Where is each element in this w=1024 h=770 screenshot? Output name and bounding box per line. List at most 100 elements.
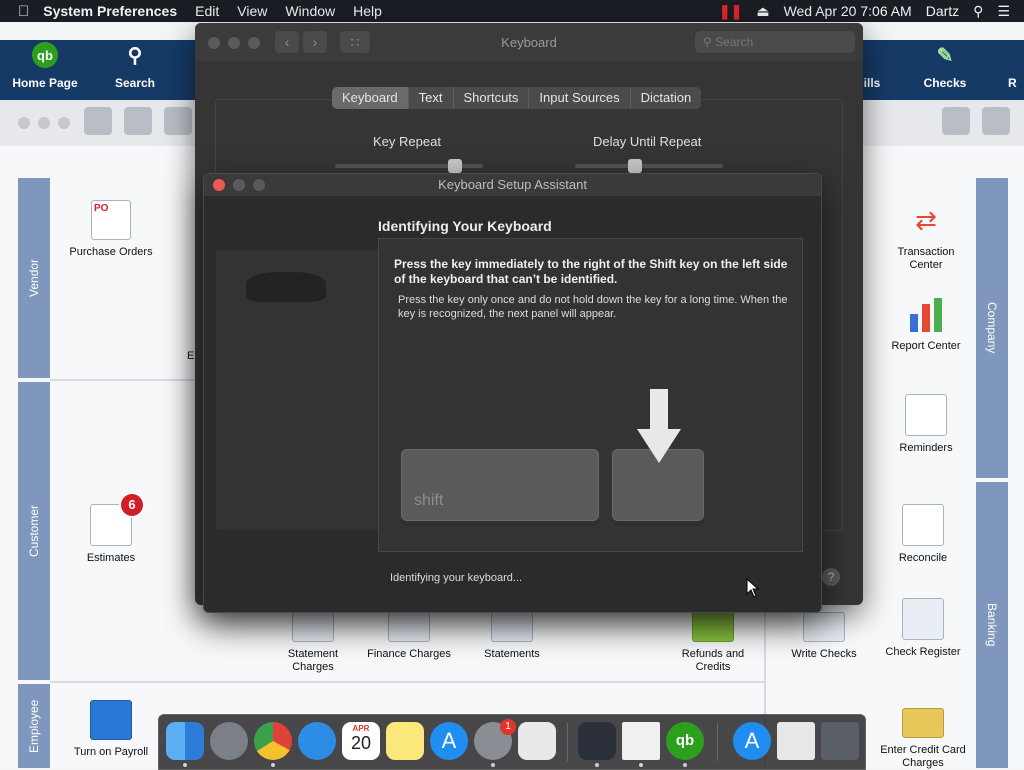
keyboard-setup-assistant-window: Keyboard Setup Assistant Identifying You… (203, 173, 822, 613)
tab-dictation[interactable]: Dictation (631, 87, 702, 109)
report-chart-icon (906, 294, 946, 334)
tab-keyboard[interactable]: Keyboard (332, 87, 409, 109)
quickbooks-dock-icon[interactable]: qb (666, 722, 704, 760)
qb-window-control[interactable] (58, 117, 70, 129)
tab-text[interactable]: Text (409, 87, 454, 109)
frame-icon[interactable] (942, 107, 970, 135)
reconcile-icon (902, 504, 944, 546)
search-field[interactable]: ⚲ Search (695, 31, 855, 53)
reminder-bell-icon (905, 394, 947, 436)
reconcile-label: Reconcile (898, 552, 948, 564)
qb-search-button[interactable]: ⚲ Search (100, 40, 170, 91)
statement-charges-icon (292, 610, 334, 642)
calendar-day: 20 (350, 733, 372, 753)
tab-shortcuts[interactable]: Shortcuts (454, 87, 530, 109)
parallels-vm-icon[interactable] (578, 722, 616, 760)
downloads-stack-icon[interactable] (777, 722, 815, 760)
launchpad-icon[interactable] (210, 722, 248, 760)
menu-user[interactable]: Dartz (926, 3, 959, 19)
more-icon (1008, 42, 1024, 68)
statement-charges-node[interactable]: Statement Charges (268, 610, 358, 674)
delay-until-repeat-knob[interactable] (628, 159, 642, 173)
menu-edit[interactable]: Edit (195, 3, 219, 19)
checks-icon: ✎ (936, 44, 954, 67)
dock: APR 20 A 1 qb A (158, 714, 866, 770)
menu-view[interactable]: View (237, 3, 267, 19)
report-center-label: Report Center (891, 340, 961, 352)
app-store-icon[interactable]: A (430, 722, 468, 760)
delay-until-repeat-label: Delay Until Repeat (593, 134, 702, 149)
close-button[interactable] (213, 179, 225, 191)
parallels-status-icon[interactable]: ❚❚ (719, 3, 742, 20)
document-icon[interactable] (622, 722, 660, 760)
key-repeat-knob[interactable] (448, 159, 462, 173)
magnifier-icon: ⚲ (127, 44, 143, 67)
setup-assistant-titlebar: Keyboard Setup Assistant (204, 174, 821, 196)
running-indicator (595, 763, 599, 767)
minimize-button[interactable] (233, 179, 245, 191)
transaction-center-label: Transaction Center (897, 246, 955, 271)
statements-node[interactable]: Statements (467, 610, 557, 661)
menu-window[interactable]: Window (285, 3, 335, 19)
system-preferences-badge: 1 (500, 719, 516, 735)
chrome-icon[interactable] (254, 722, 292, 760)
menu-help[interactable]: Help (353, 3, 382, 19)
help-ring-icon[interactable] (982, 107, 1010, 135)
dock-divider (567, 723, 568, 761)
reminders-label: Reminders (899, 442, 953, 454)
transaction-center-node[interactable]: ⇄ Transaction Center (881, 200, 971, 272)
spotlight-icon[interactable]: ⚲ (973, 3, 983, 20)
write-checks-node[interactable]: Write Checks (779, 612, 869, 661)
write-checks-icon (803, 612, 845, 642)
finder-icon[interactable] (166, 722, 204, 760)
qb-checks-button[interactable]: ✎ Checks (910, 40, 980, 91)
write-checks-label: Write Checks (791, 648, 857, 660)
apple-menu-icon[interactable]:  (18, 3, 29, 20)
identify-key-panel: Press the key immediately to the right o… (378, 238, 803, 552)
partial-node-label: E (187, 350, 195, 362)
setup-assistant-heading: Identifying Your Keyboard (378, 218, 552, 234)
eject-icon[interactable]: ⏏ (756, 3, 769, 20)
clock-icon[interactable] (84, 107, 112, 135)
purchase-orders-label: Purchase Orders (69, 246, 153, 258)
trash-icon[interactable] (821, 722, 859, 760)
zoom-button[interactable] (253, 179, 265, 191)
finance-charges-node[interactable]: Finance Charges (364, 610, 454, 661)
running-indicator (639, 763, 643, 767)
shift-key-illustration: shift (401, 449, 599, 521)
safari-icon[interactable] (298, 722, 336, 760)
tab-input-sources[interactable]: Input Sources (529, 87, 631, 109)
refunds-credits-node[interactable]: Refunds and Credits (668, 610, 758, 674)
qb-home-button[interactable]: qb Home Page (10, 40, 80, 90)
menu-app-name[interactable]: System Preferences (43, 3, 177, 19)
instruction-text: Press the key immediately to the right o… (394, 257, 788, 286)
qb-window-control[interactable] (38, 117, 50, 129)
notification-center-icon[interactable]: ☰ (997, 3, 1010, 20)
roblox-icon[interactable] (518, 722, 556, 760)
reminders-node[interactable]: Reminders (881, 394, 971, 455)
chart-icon[interactable] (124, 107, 152, 135)
people-icon[interactable] (164, 107, 192, 135)
report-center-node[interactable]: Report Center (881, 294, 971, 353)
search-icon: ⚲ (703, 35, 712, 49)
statements-label: Statements (484, 648, 540, 660)
credit-card-icon (902, 708, 944, 738)
help-button[interactable]: ? (822, 568, 840, 586)
mouse-cursor-icon (746, 578, 760, 598)
enter-credit-card-charges-node[interactable]: Enter Credit Card Charges (878, 708, 968, 770)
enter-cc-charges-label: Enter Credit Card Charges (880, 744, 966, 769)
qb-checks-label: Checks (923, 76, 967, 90)
calendar-icon[interactable]: APR 20 (342, 722, 380, 760)
turn-on-payroll-node[interactable]: Turn on Payroll (66, 700, 156, 759)
purchase-orders-node[interactable]: PO Purchase Orders (66, 200, 156, 259)
notes-icon[interactable] (386, 722, 424, 760)
menu-datetime[interactable]: Wed Apr 20 7:06 AM (784, 3, 912, 19)
qb-more-button[interactable]: R (1008, 40, 1024, 90)
check-register-node[interactable]: Check Register (878, 598, 968, 659)
reconcile-node[interactable]: Reconcile (878, 504, 968, 565)
qb-window-control[interactable] (18, 117, 30, 129)
payroll-person-icon (90, 700, 132, 740)
app-store-download-icon[interactable]: A (733, 722, 771, 760)
delay-until-repeat-slider[interactable] (575, 164, 723, 168)
estimates-node[interactable]: Estimates (66, 504, 156, 565)
